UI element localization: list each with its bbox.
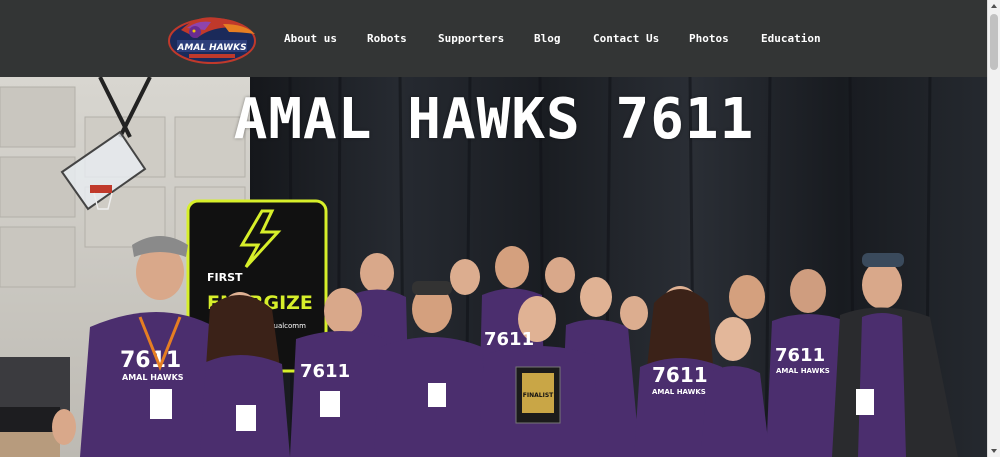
nav-blog[interactable]: Blog	[534, 32, 561, 45]
svg-text:7611: 7611	[300, 361, 350, 382]
nav-supporters[interactable]: Supporters	[438, 32, 504, 45]
svg-text:7611: 7611	[652, 363, 708, 387]
svg-text:AMAL HAWKS: AMAL HAWKS	[652, 388, 706, 396]
nav-education[interactable]: Education	[761, 32, 821, 45]
hero-section: FIRST ENERGIZE Qualcomm	[0, 77, 988, 457]
svg-text:7611: 7611	[484, 329, 534, 350]
award-plaque: FINALIST	[515, 366, 561, 424]
scroll-up-arrow-icon[interactable]	[988, 0, 1000, 12]
svg-text:FINALIST: FINALIST	[523, 392, 554, 399]
nav-contact-us[interactable]: Contact Us	[593, 32, 659, 45]
scroll-thumb[interactable]	[990, 14, 998, 70]
svg-text:7611: 7611	[775, 345, 825, 366]
nav-about-us[interactable]: About us	[284, 32, 337, 45]
scroll-down-arrow-icon[interactable]	[988, 445, 1000, 457]
hero-title: AMAL HAWKS 7611	[233, 87, 755, 152]
amal-hawks-logo[interactable]: AMAL HAWKS	[167, 10, 257, 68]
svg-text:FIRST: FIRST	[207, 271, 243, 284]
shirt-text: AMAL HAWKS	[122, 373, 184, 382]
nav-photos[interactable]: Photos	[689, 32, 729, 45]
svg-text:AMAL HAWKS: AMAL HAWKS	[776, 367, 830, 375]
svg-text:AMAL HAWKS: AMAL HAWKS	[176, 43, 246, 53]
shirt-number: 7611	[120, 348, 181, 373]
page-scrollbar[interactable]	[987, 0, 1000, 457]
site-header: AMAL HAWKS About us Robots Supporters Bl…	[0, 0, 988, 77]
nav-robots[interactable]: Robots	[367, 32, 407, 45]
